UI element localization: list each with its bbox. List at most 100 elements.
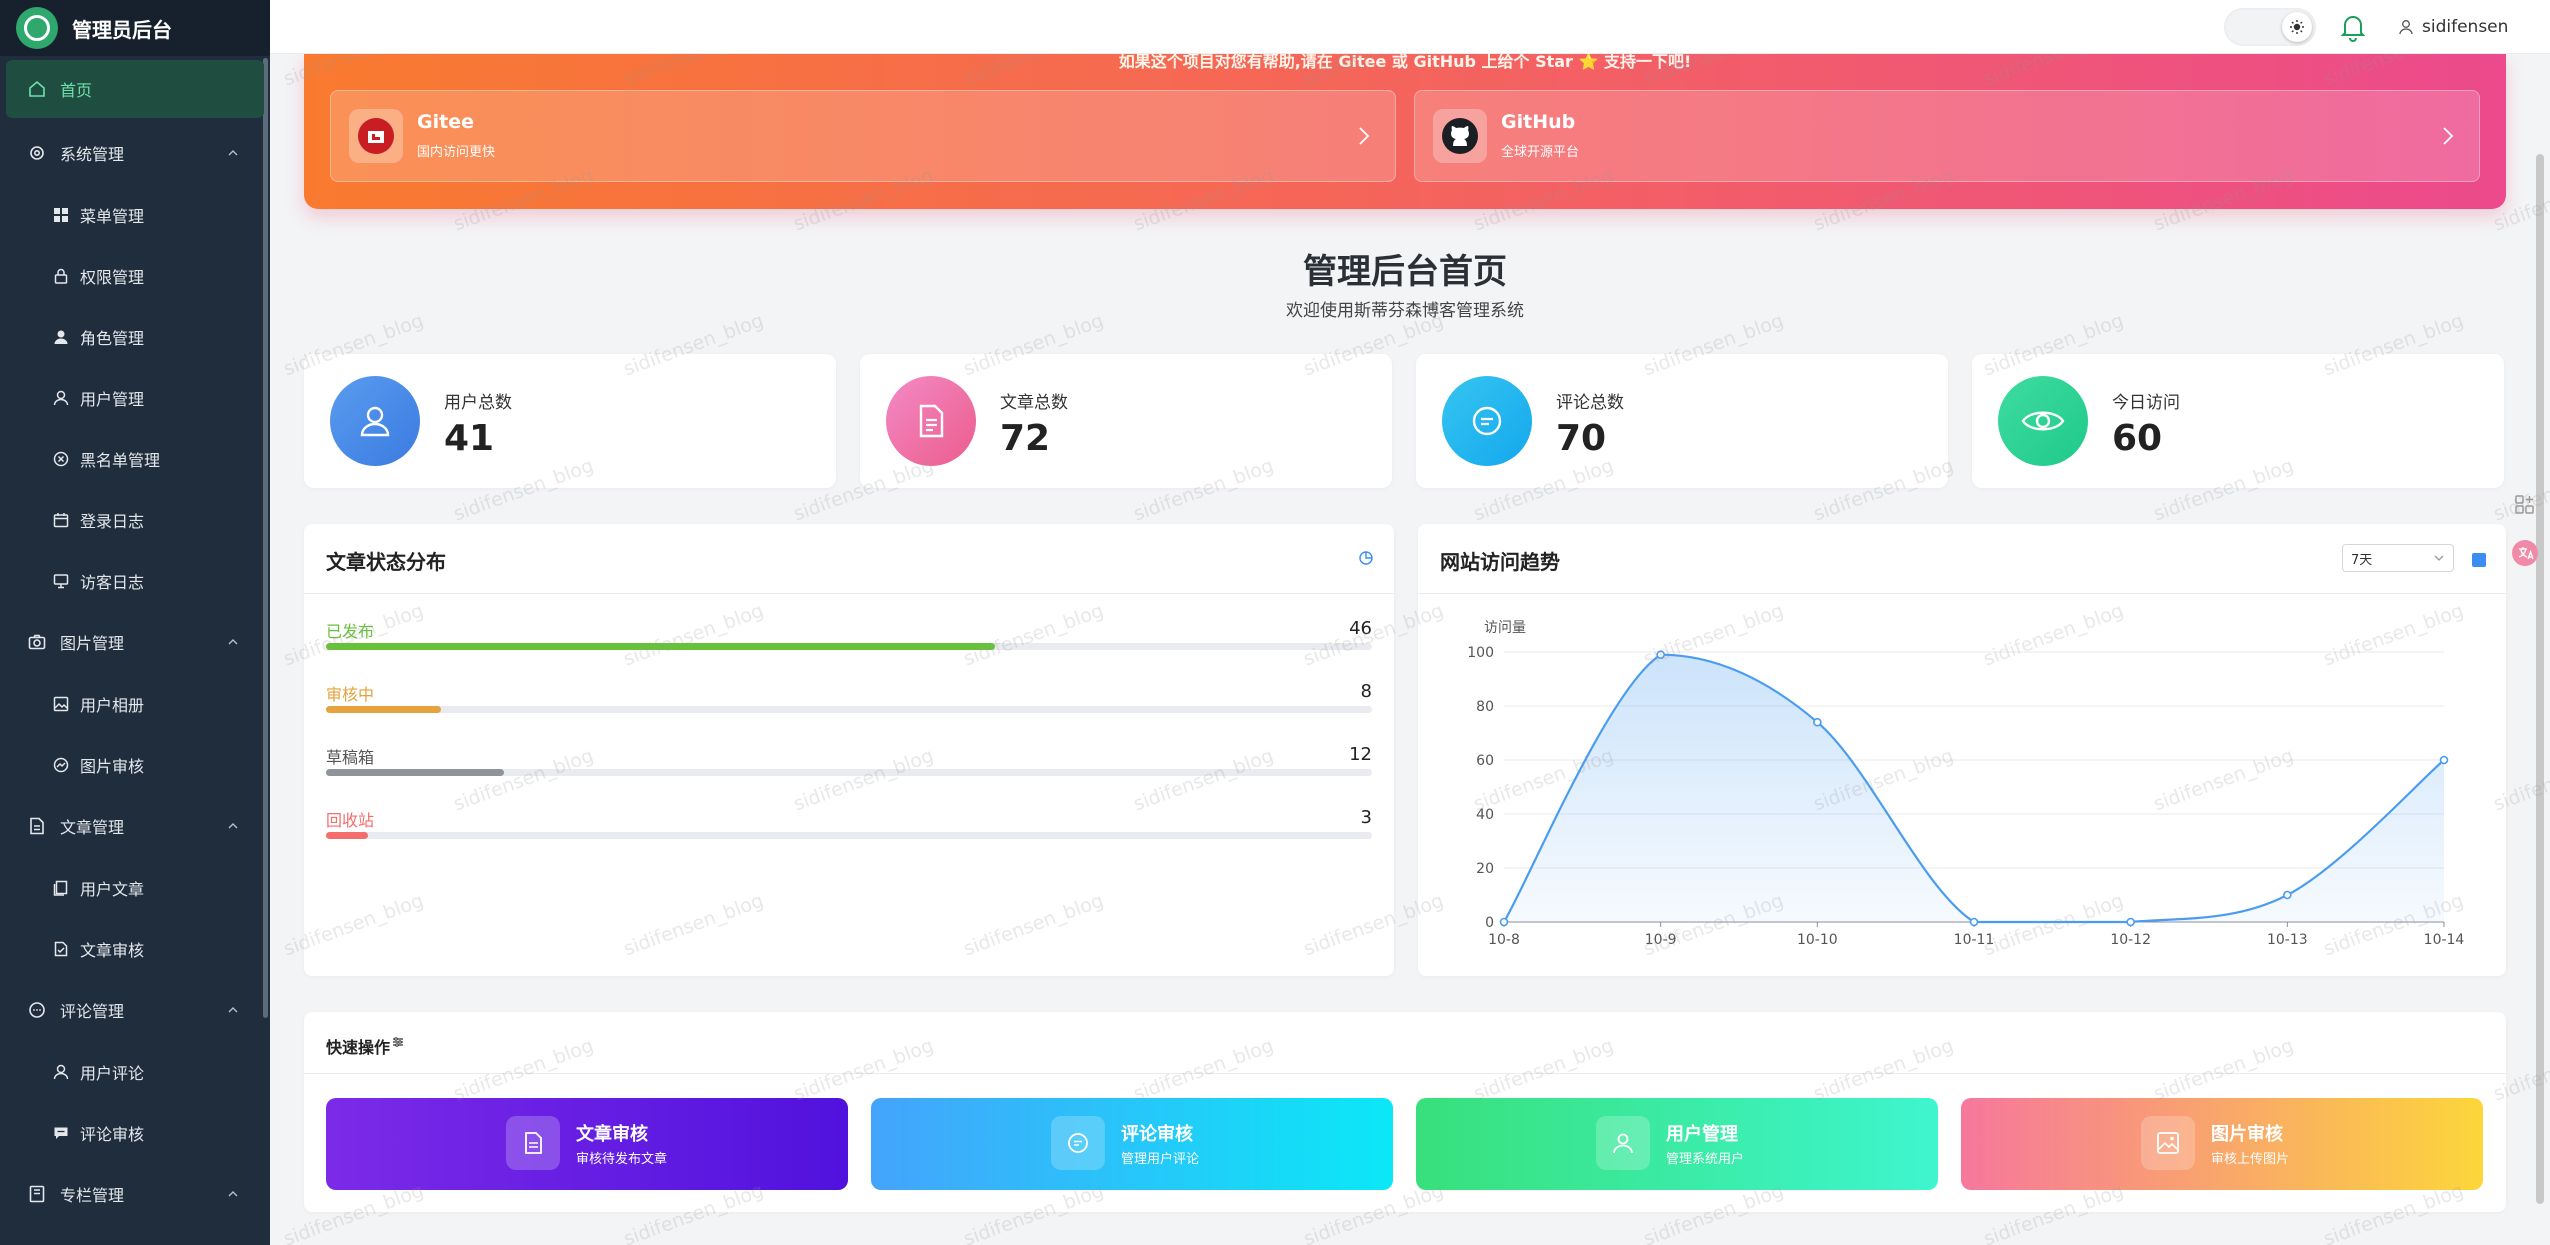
chevron-down-icon xyxy=(2434,555,2444,561)
picture-check-icon xyxy=(52,756,70,774)
chart-toggle-checkbox[interactable] xyxy=(2472,553,2486,567)
y-tick-label: 60 xyxy=(1476,753,1494,769)
quick-comment-review-button[interactable]: 评论审核 管理用户评论 xyxy=(871,1098,1393,1190)
apps-icon[interactable] xyxy=(2510,490,2540,520)
main-scrollbar[interactable] xyxy=(2536,154,2544,1204)
sun-icon xyxy=(2282,12,2312,42)
chevron-up-icon xyxy=(228,639,238,645)
sidebar-item-visitor-log[interactable]: 访客日志 xyxy=(0,550,270,611)
user-filled-icon xyxy=(52,328,70,346)
quick-article-review-button[interactable]: 文章审核 审核待发布文章 xyxy=(326,1098,848,1190)
stat-value: 41 xyxy=(444,418,495,459)
sidebar-item-login-log[interactable]: 登录日志 xyxy=(0,489,270,550)
x-tick-label: 10-12 xyxy=(2110,932,2151,948)
sidebar-item-album[interactable]: 用户相册 xyxy=(0,673,270,734)
gitee-card[interactable]: Gitee 国内访问更快 xyxy=(330,90,1396,182)
series-area xyxy=(1504,654,2444,922)
y-tick-label: 80 xyxy=(1476,699,1494,715)
repo-name: GitHub xyxy=(1501,111,1576,133)
repo-desc: 国内访问更快 xyxy=(417,145,496,160)
sidebar-item-label: 首页 xyxy=(60,81,93,100)
data-point xyxy=(1656,650,1665,660)
sidebar-item-image-review[interactable]: 图片审核 xyxy=(0,734,270,795)
chevron-up-icon xyxy=(228,1191,238,1197)
monitor-icon xyxy=(52,572,70,590)
sidebar-item-blacklist[interactable]: 黑名单管理 xyxy=(0,428,270,489)
document-icon xyxy=(506,1116,560,1170)
x-tick-label: 10-9 xyxy=(1645,932,1677,948)
x-tick-label: 10-8 xyxy=(1488,932,1520,948)
brand-title: 管理员后台 xyxy=(72,17,172,42)
sidebar-item-image[interactable]: 图片管理 xyxy=(0,611,270,673)
stat-label: 评论总数 xyxy=(1556,393,1624,413)
username: sidifensen xyxy=(2422,17,2509,37)
pie-chart-icon[interactable] xyxy=(1358,550,1374,566)
sidebar-menu: 首页 系统管理 菜单管理 权限管理 角色管理 用户管理 黑名单管理 登录日志 访… xyxy=(0,60,270,1225)
chevron-right-icon xyxy=(2443,127,2454,145)
eye-icon xyxy=(1998,376,2088,466)
translate-icon[interactable] xyxy=(2510,538,2540,568)
star-banner: 如果这个项目对您有帮助,请在 Gitee 或 GitHub 上给个 Star ⭐… xyxy=(304,54,2506,209)
status-progress-fill xyxy=(326,832,368,839)
sidebar-item-user[interactable]: 用户管理 xyxy=(0,367,270,428)
document-check-icon xyxy=(52,940,70,958)
page-title: 管理后台首页 xyxy=(1303,252,1507,292)
github-card[interactable]: GitHub 全球开源平台 xyxy=(1414,90,2480,182)
chat-icon xyxy=(1442,376,1532,466)
article-status-panel: 文章状态分布 已发布 46 审核中 8 草稿箱 12 回收站 3 xyxy=(304,524,1394,976)
y-tick-label: 0 xyxy=(1485,915,1494,931)
range-select-value: 7天 xyxy=(2351,553,2373,568)
sidebar-item-label: 用户评论 xyxy=(80,1063,145,1083)
stat-card-users: 用户总数 41 xyxy=(304,354,836,488)
quick-user-manage-button[interactable]: 用户管理 管理系统用户 xyxy=(1416,1098,1938,1190)
sidebar-item-permission[interactable]: 权限管理 xyxy=(0,245,270,306)
picture-icon xyxy=(2141,1116,2195,1170)
sidebar-item-article[interactable]: 文章管理 xyxy=(0,795,270,857)
chevron-up-icon xyxy=(228,823,238,829)
sidebar-item-user-article[interactable]: 用户文章 xyxy=(0,857,270,918)
sidebar-item-role[interactable]: 角色管理 xyxy=(0,306,270,367)
github-icon xyxy=(1433,109,1487,163)
sidebar-item-label: 用户相册 xyxy=(80,695,145,715)
bell-icon[interactable] xyxy=(2336,10,2370,44)
quick-desc-label: 审核上传图片 xyxy=(2211,1152,2290,1167)
sidebar-item-label: 用户文章 xyxy=(80,879,145,899)
data-point xyxy=(2439,755,2449,765)
quick-desc-label: 审核待发布文章 xyxy=(576,1152,668,1167)
status-progress-track xyxy=(326,643,1372,650)
sidebar-item-menu-manage[interactable]: 菜单管理 xyxy=(0,184,270,245)
quick-title-label: 图片审核 xyxy=(2211,1124,2283,1145)
topbar: sidifensen xyxy=(270,0,2550,54)
theme-toggle[interactable] xyxy=(2224,8,2316,46)
user-icon xyxy=(52,1063,70,1081)
x-tick-label: 10-10 xyxy=(1797,932,1838,948)
picture-icon xyxy=(52,695,70,713)
stat-label: 用户总数 xyxy=(444,393,512,413)
sidebar-item-label: 专栏管理 xyxy=(60,1186,125,1205)
panel-title: 文章状态分布 xyxy=(326,550,446,574)
sidebar-item-comment-review[interactable]: 评论审核 xyxy=(0,1102,270,1163)
brand[interactable]: 管理员后台 xyxy=(0,0,270,56)
home-icon xyxy=(26,78,48,100)
y-axis-label: 访问量 xyxy=(1484,620,1526,636)
sidebar-item-label: 登录日志 xyxy=(80,511,145,531)
visit-trend-panel: 网站访问趋势 7天 0 20 40 60 80 100 访问量 10-8 10-9 10-10 10… xyxy=(1418,524,2506,976)
page-subtitle: 欢迎使用斯蒂芬森博客管理系统 xyxy=(1286,301,1524,321)
sidebar-item-user-comment[interactable]: 用户评论 xyxy=(0,1041,270,1102)
status-progress-track xyxy=(326,706,1372,713)
quick-desc-label: 管理系统用户 xyxy=(1666,1152,1745,1167)
documents-icon xyxy=(52,879,70,897)
user-menu[interactable]: sidifensen xyxy=(2398,14,2508,40)
sidebar-item-column[interactable]: 专栏管理 xyxy=(0,1163,270,1225)
visit-trend-chart: 0 20 40 60 80 100 访问量 10-8 10-9 10-10 10-11 10-12 10… xyxy=(1467,620,2464,948)
sidebar-item-article-review[interactable]: 文章审核 xyxy=(0,918,270,979)
sidebar-item-system[interactable]: 系统管理 xyxy=(0,122,270,184)
banner-note: 如果这个项目对您有帮助,请在 Gitee 或 GitHub 上给个 Star ⭐… xyxy=(1118,54,1692,71)
panel-title: 网站访问趋势 xyxy=(1440,550,1560,574)
chevron-right-icon xyxy=(1359,127,1370,145)
sidebar-item-home[interactable]: 首页 xyxy=(6,60,264,118)
x-tick-label: 10-11 xyxy=(1954,932,1995,948)
range-select[interactable]: 7天 xyxy=(2342,544,2454,572)
quick-image-review-button[interactable]: 图片审核 审核上传图片 xyxy=(1961,1098,2483,1190)
sidebar-item-comment[interactable]: 评论管理 xyxy=(0,979,270,1041)
